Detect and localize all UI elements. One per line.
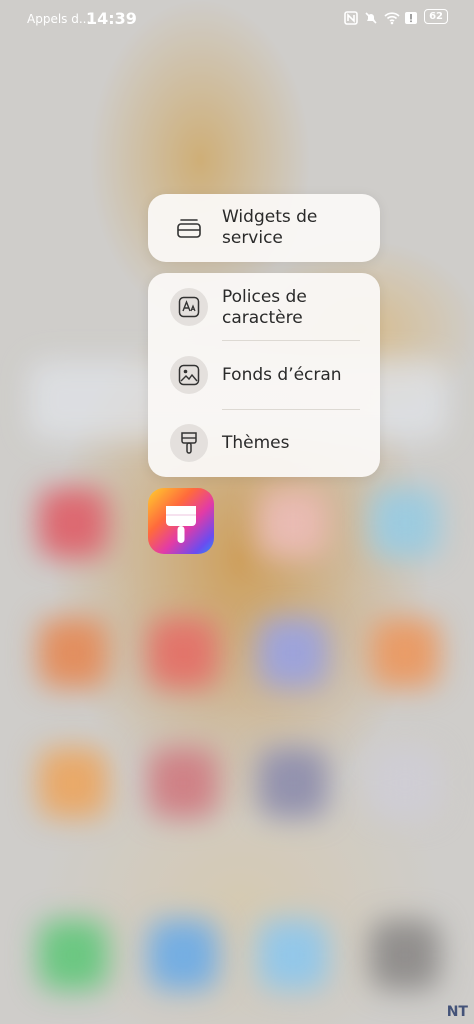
nfc-icon bbox=[344, 10, 358, 25]
menu-item-label: Fonds d’écran bbox=[222, 365, 342, 385]
mute-bell-icon bbox=[364, 10, 378, 24]
menu-item-themes[interactable]: Thèmes bbox=[148, 409, 380, 477]
menu-item-wallpapers[interactable]: Fonds d’écran bbox=[148, 341, 380, 409]
clock: 14:39 bbox=[86, 9, 137, 28]
status-icons: 62 bbox=[344, 9, 448, 25]
carrier-label: Appels d... bbox=[27, 12, 91, 26]
font-icon bbox=[170, 288, 208, 326]
wallpaper-icon bbox=[170, 356, 208, 394]
service-widgets-card: Widgets de service bbox=[148, 194, 380, 262]
shortcut-menu-card: Polices de caractère Fonds d’écran Thème… bbox=[148, 273, 380, 477]
widget-icon bbox=[170, 209, 208, 247]
menu-item-widgets-service[interactable]: Widgets de service bbox=[148, 194, 380, 262]
menu-item-label: Widgets de service bbox=[222, 207, 318, 248]
paintbrush-icon bbox=[166, 506, 196, 543]
menu-item-fonts[interactable]: Polices de caractère bbox=[148, 273, 380, 341]
themes-app-icon[interactable] bbox=[148, 488, 214, 554]
watermark-logo: NT bbox=[446, 1004, 468, 1020]
alert-icon bbox=[404, 10, 418, 24]
theme-brush-icon bbox=[170, 424, 208, 462]
wifi-icon bbox=[384, 10, 400, 24]
background-scrim bbox=[0, 0, 474, 1024]
status-bar: Appels d... 14:39 62 bbox=[0, 0, 474, 38]
menu-item-label: Polices de caractère bbox=[222, 287, 307, 328]
battery-level: 62 bbox=[424, 9, 448, 24]
menu-item-label: Thèmes bbox=[222, 433, 290, 453]
